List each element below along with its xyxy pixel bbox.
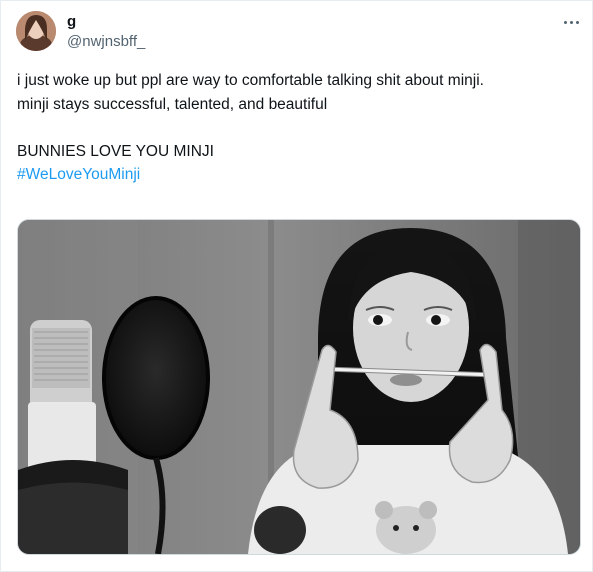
tweet-text-line: i just woke up but ppl are way to comfor… [17,72,484,89]
tweet-card[interactable]: g @nwjnsbff_ i just woke up but ppl are … [0,0,593,572]
hashtag-link[interactable]: #WeLoveYouMinji [17,163,582,187]
avatar[interactable] [16,11,56,51]
more-horizontal-icon [563,20,567,24]
tweet-text-line: minji stays successful, talented, and be… [17,95,328,113]
tweet-text-line: BUNNIES LOVE YOU MINJI [17,142,214,160]
tweet-media-photo[interactable] [17,219,581,555]
avatar-image [16,11,56,51]
more-horizontal-icon [569,20,573,24]
author-display-name[interactable]: g [67,13,76,31]
photo-image [18,220,580,554]
more-horizontal-icon [575,20,579,24]
author-handle[interactable]: @nwjnsbff_ [67,33,145,51]
tweet-text: i just woke up but ppl are way to comfor… [17,69,582,187]
more-options-button[interactable] [557,11,585,33]
paragraph-break [17,116,582,140]
